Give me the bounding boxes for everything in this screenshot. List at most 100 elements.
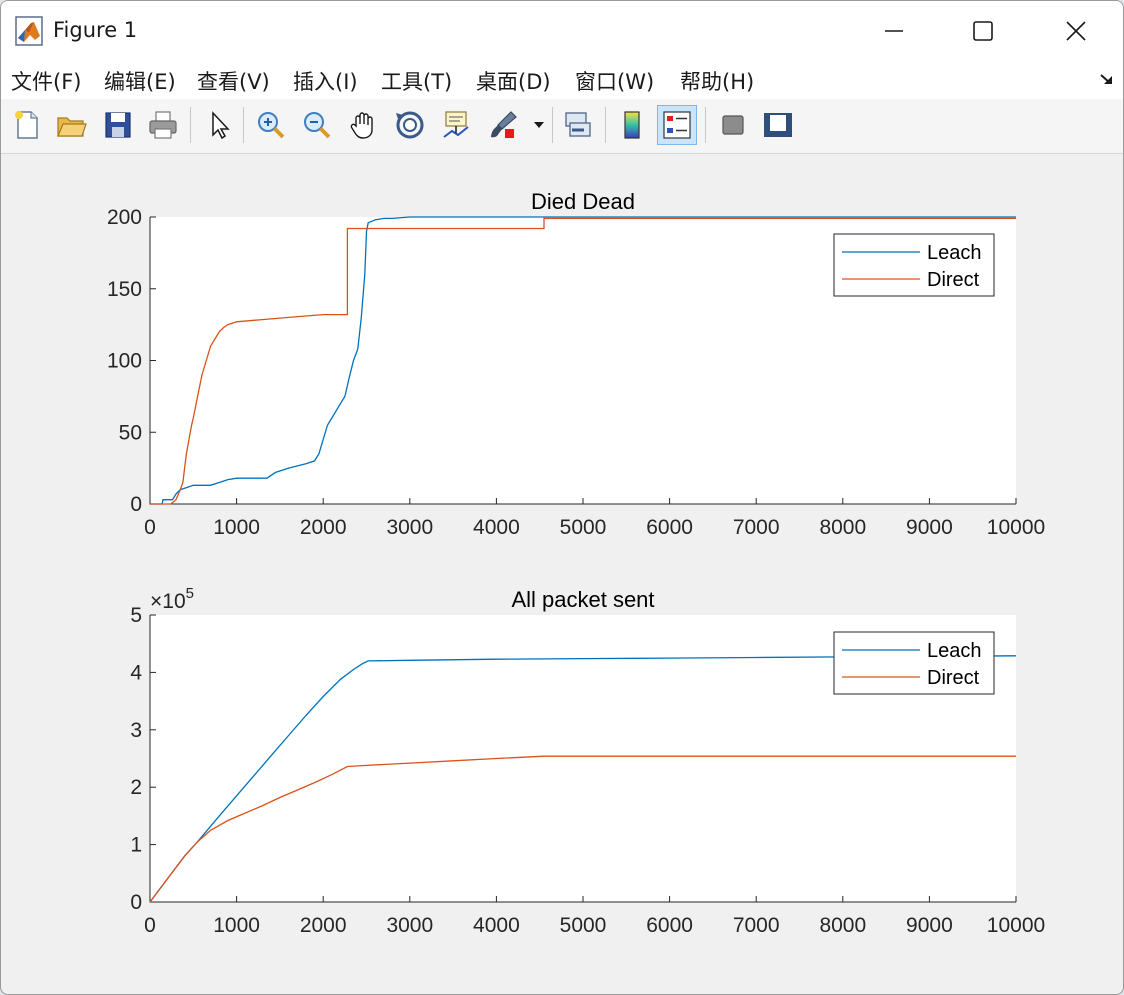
chart-title: All packet sent bbox=[511, 587, 654, 612]
toolbar-separator bbox=[243, 107, 244, 143]
open-file-icon bbox=[57, 117, 87, 137]
colorbar-icon bbox=[624, 111, 640, 139]
x-tick-label: 9000 bbox=[906, 914, 953, 937]
legend-label-direct: Direct bbox=[927, 667, 980, 689]
show-plot-tools-button[interactable] bbox=[758, 105, 798, 145]
menu-edit[interactable]: 编辑(E) bbox=[104, 66, 176, 96]
x-tick-label: 4000 bbox=[473, 516, 520, 539]
window-title: Figure 1 bbox=[53, 18, 138, 42]
toolbar-separator bbox=[605, 107, 606, 143]
close-icon bbox=[1066, 21, 1086, 41]
brush-button[interactable] bbox=[483, 105, 523, 145]
print-button[interactable] bbox=[143, 105, 183, 145]
figure-toolbar bbox=[1, 99, 1123, 154]
menu-window[interactable]: 窗口(W) bbox=[575, 66, 654, 96]
link-plot-button[interactable] bbox=[558, 105, 598, 145]
x-tick-label: 4000 bbox=[473, 914, 520, 937]
title-bar[interactable]: Figure 1 bbox=[1, 1, 1123, 61]
close-button[interactable] bbox=[1031, 1, 1121, 61]
x-tick-label: 2000 bbox=[300, 914, 347, 937]
zoom-in-button[interactable] bbox=[251, 105, 291, 145]
data-cursor-button[interactable] bbox=[436, 105, 476, 145]
print-icon bbox=[149, 111, 177, 139]
legend[interactable]: Leach Direct bbox=[833, 631, 995, 695]
axes-all-packet-sent[interactable]: 0 1000 2000 3000 4000 5000 6000 7000 8000 9000 100… bbox=[130, 585, 1045, 937]
show-plot-tools-icon bbox=[764, 113, 792, 137]
x-tick-label: 8000 bbox=[819, 914, 866, 937]
new-figure-button[interactable] bbox=[7, 105, 47, 145]
y-tick-label: 50 bbox=[119, 421, 142, 444]
new-figure-icon bbox=[15, 111, 38, 139]
x-tick-label: 0 bbox=[144, 516, 156, 539]
legend-button[interactable] bbox=[657, 105, 697, 145]
maximize-icon bbox=[973, 21, 993, 41]
legend-label-leach: Leach bbox=[927, 640, 982, 662]
legend-icon bbox=[663, 111, 691, 139]
x-tick-label: 0 bbox=[144, 914, 156, 937]
menu-help[interactable]: 帮助(H) bbox=[680, 66, 754, 96]
open-file-button[interactable] bbox=[51, 105, 91, 145]
plots-svg: 0 1000 2000 3000 4000 5000 6000 7000 8000 9000 100… bbox=[107, 189, 1045, 937]
matlab-app-icon bbox=[15, 16, 43, 46]
menu-view[interactable]: 查看(V) bbox=[197, 66, 270, 96]
menu-file[interactable]: 文件(F) bbox=[11, 66, 81, 96]
x-tick-label: 10000 bbox=[987, 516, 1045, 539]
zoom-in-icon bbox=[258, 112, 285, 139]
edit-plot-button[interactable] bbox=[199, 105, 239, 145]
toolbar-separator bbox=[552, 107, 553, 143]
y-tick-label: 3 bbox=[130, 719, 142, 742]
pan-button[interactable] bbox=[344, 105, 384, 145]
axes-died-dead[interactable]: 0 1000 2000 3000 4000 5000 6000 7000 8000 9000 100… bbox=[107, 189, 1045, 539]
x-tick-label: 9000 bbox=[906, 516, 953, 539]
toolbar-separator bbox=[190, 107, 191, 143]
menu-bar: 文件(F) 编辑(E) 查看(V) 插入(I) 工具(T) 桌面(D) 窗口(W… bbox=[1, 61, 1123, 99]
x-tick-label: 10000 bbox=[987, 914, 1045, 937]
y-tick-label: 100 bbox=[107, 350, 142, 373]
dock-arrow-icon[interactable] bbox=[1099, 71, 1115, 87]
link-plot-icon bbox=[565, 112, 591, 137]
brush-dropdown[interactable] bbox=[529, 105, 549, 145]
zoom-out-button[interactable] bbox=[297, 105, 337, 145]
toolbar-separator bbox=[705, 107, 706, 143]
y-tick-label: 4 bbox=[130, 661, 142, 684]
save-button[interactable] bbox=[98, 105, 138, 145]
chevron-down-icon bbox=[534, 122, 544, 128]
exponent-power: 5 bbox=[186, 585, 194, 602]
x-tick-label: 1000 bbox=[213, 914, 260, 937]
y-tick-label: 0 bbox=[130, 891, 142, 914]
data-cursor-icon bbox=[443, 111, 469, 138]
rotate-button[interactable] bbox=[390, 105, 430, 145]
figure-window: Figure 1 文件(F) 编辑(E) 查看(V) 插入(I) 工具(T) 桌… bbox=[0, 0, 1124, 995]
x-tick-label: 7000 bbox=[733, 914, 780, 937]
y-tick-label: 150 bbox=[107, 278, 142, 301]
y-axis-exponent: ×105 bbox=[150, 585, 194, 613]
colorbar-button[interactable] bbox=[612, 105, 652, 145]
y-tick-label: 5 bbox=[130, 604, 142, 627]
x-tick-label: 3000 bbox=[386, 914, 433, 937]
y-tick-label: 2 bbox=[130, 776, 142, 799]
x-tick-label: 6000 bbox=[646, 914, 693, 937]
edit-plot-arrow-icon bbox=[212, 111, 230, 140]
minimize-button[interactable] bbox=[849, 1, 939, 61]
zoom-out-icon bbox=[304, 112, 331, 139]
x-tick-label: 6000 bbox=[646, 516, 693, 539]
maximize-button[interactable] bbox=[938, 1, 1028, 61]
x-tick-label: 5000 bbox=[560, 516, 607, 539]
brush-icon bbox=[491, 111, 517, 138]
save-icon bbox=[105, 112, 131, 138]
x-tick-label: 3000 bbox=[386, 516, 433, 539]
x-tick-label: 8000 bbox=[819, 516, 866, 539]
hide-plot-tools-button[interactable] bbox=[713, 105, 753, 145]
hide-plot-tools-icon bbox=[722, 115, 744, 135]
y-tick-label: 0 bbox=[130, 493, 142, 516]
exponent-base: ×10 bbox=[150, 590, 186, 613]
x-tick-label: 7000 bbox=[733, 516, 780, 539]
menu-desktop[interactable]: 桌面(D) bbox=[476, 66, 551, 96]
legend-label-leach: Leach bbox=[927, 242, 982, 264]
x-tick-label: 5000 bbox=[560, 914, 607, 937]
x-tick-label: 2000 bbox=[300, 516, 347, 539]
menu-tools[interactable]: 工具(T) bbox=[381, 66, 452, 96]
rotate-3d-icon bbox=[396, 111, 424, 139]
legend[interactable]: Leach Direct bbox=[833, 233, 995, 297]
menu-insert[interactable]: 插入(I) bbox=[293, 66, 358, 96]
